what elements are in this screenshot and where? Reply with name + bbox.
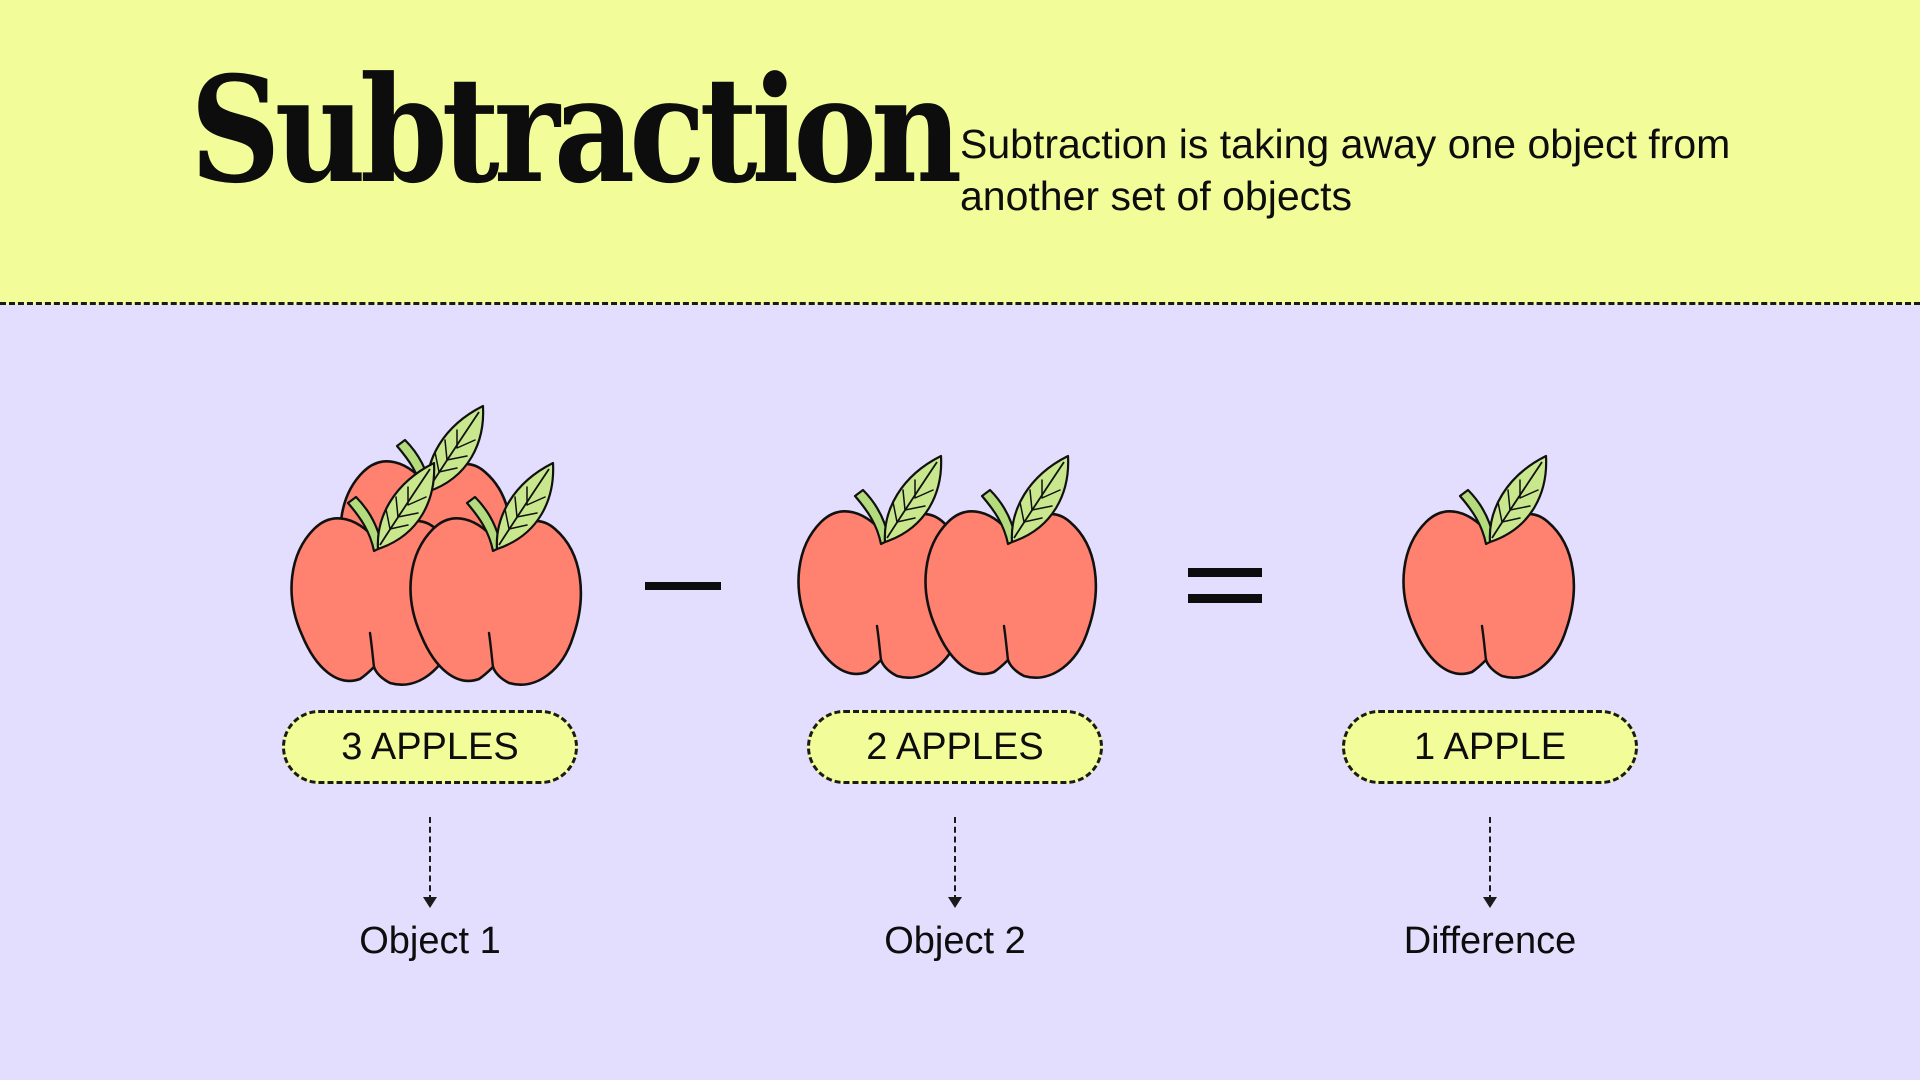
object1-group: 3 APPLES Object 1: [150, 305, 710, 1005]
difference-count-pill: 1 APPLE: [1342, 710, 1638, 784]
definition-text: Subtraction is taking away one object fr…: [960, 121, 1731, 219]
difference-caption: Difference: [1403, 920, 1577, 962]
object1-caption: Object 1: [359, 920, 501, 962]
single-apple-icon: [1402, 454, 1576, 679]
apple-icon: [1402, 454, 1576, 679]
apple-pair-icon: [797, 454, 1098, 679]
object1-count-pill: 3 APPLES: [282, 710, 578, 784]
object2-caption: Object 2: [884, 920, 1026, 962]
apple-stack-icon: [290, 404, 583, 686]
apple-icon: [924, 454, 1098, 679]
difference-count-label: 1 APPLE: [1413, 725, 1567, 768]
object1-count-label: 3 APPLES: [341, 725, 519, 768]
object2-count-label: 2 APPLES: [866, 725, 1044, 768]
difference-group: 1 APPLE Difference: [1210, 305, 1770, 1005]
object2-count-pill: 2 APPLES: [807, 710, 1103, 784]
page-title: Subtraction: [190, 45, 962, 216]
object2-group: 2 APPLES Object 2: [675, 305, 1235, 1005]
